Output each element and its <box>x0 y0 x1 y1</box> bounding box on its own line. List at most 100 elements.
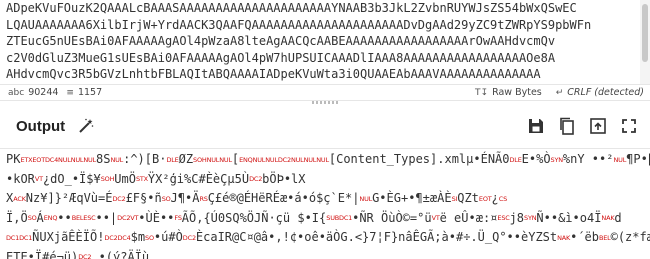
output-text-run: X <box>6 191 14 206</box>
input-line: ZTEucG5nUEsBAi0AFAAAAAgAOl4pWzaA8lteAgAA… <box>6 34 556 49</box>
encoding-selector[interactable]: T↧ Raw Bytes <box>475 87 542 98</box>
control-char: ENQNULNULDC2NULNULNUL <box>239 155 329 164</box>
input-scrollbar[interactable] <box>640 0 650 84</box>
scrollbar-thumb[interactable] <box>642 4 648 62</box>
eol-icon: ↵ <box>555 87 564 98</box>
output-text-run: £F§•ñ <box>125 191 162 206</box>
length-value: 90244 <box>28 87 59 98</box>
fullscreen-icon[interactable] <box>618 115 640 137</box>
output-text-run: bÖÞ•lX <box>262 171 306 186</box>
input-line: c2V0dGluZ3MueG1sUEsBAi0AFAAAAAgAOl4pW7hU… <box>6 50 556 65</box>
output-text-run: ©(z*fæ <box>610 230 650 245</box>
output-text-run: ¶P•þ <box>626 152 650 166</box>
encoding-label: Raw Bytes <box>492 87 542 98</box>
control-char: ACK <box>13 194 26 203</box>
control-char: BELESC <box>71 214 96 223</box>
control-char: EOT <box>478 194 492 203</box>
output-line: •kORVT¿dO_•Ï$¥SOHUmÖSTXŸX²ģi%C#ÈèÇµ5ÙDC2… <box>6 170 650 190</box>
output-text-run: J¶•Ä <box>170 191 200 206</box>
output-text-run: ÈcaIR@C¤@â•,!¢•oê•äÒG.<}7¦F}nâÊGÃ;à•#÷.Ü… <box>195 230 558 245</box>
control-char: VT <box>431 214 440 223</box>
control-char: DLE <box>509 155 522 164</box>
magic-wand-icon[interactable] <box>77 117 95 135</box>
lines-indicator: ≡ 1157 <box>66 87 102 98</box>
copy-icon[interactable] <box>556 115 578 137</box>
control-char: STX <box>135 175 148 184</box>
output-text-run: [ <box>231 152 240 166</box>
control-char: DC1DC1 <box>6 233 33 242</box>
output-line: XACKNz¥]}²ÆqVù=ÉDC2£F§•ñSOJ¶•ÄRSÇ£é®@ÉHë… <box>6 189 650 209</box>
control-char: SOH <box>100 175 115 184</box>
control-char: DLE <box>166 155 179 164</box>
output-text-run: $m <box>130 230 146 245</box>
control-char: DC2VT <box>117 214 139 223</box>
control-char: SYN <box>550 155 564 164</box>
output-text-run: •´ëb <box>570 230 600 245</box>
lines-icon: ≡ <box>66 87 74 98</box>
length-indicator: abc 90244 <box>8 87 58 98</box>
output-line: DC1DC1ÑUXjãÊÈÏÕ!DC2DC4$mSO•ú#ÒDC2ÈcaIR@C… <box>6 228 650 248</box>
control-char: NUL <box>613 155 627 164</box>
control-char: NAK <box>601 214 615 223</box>
output-text-run: ë eÛ•æ:¤ <box>439 210 498 225</box>
control-char: DC2 <box>78 253 92 259</box>
input-line: ADpeKVuFOuzK2QAAALcBAAASAAAAAAAAAAAAAAAA… <box>6 1 577 15</box>
encoding-icon: T↧ <box>475 87 489 98</box>
output-text-run: Ï,Ö <box>6 210 28 225</box>
output-text-run: •(ý?ÄÏù <box>91 249 150 259</box>
control-char: SYN <box>524 214 537 223</box>
eol-selector[interactable]: ↵ CRLF (detected) <box>556 87 644 98</box>
control-char: DC2DC4 <box>104 233 131 242</box>
control-char: DC2 <box>249 175 263 184</box>
control-char: RS <box>199 194 208 203</box>
control-char: DC2 <box>182 233 196 242</box>
control-char: FS <box>174 214 182 223</box>
output-text-run: QZt <box>457 191 479 206</box>
output-text-run: UmÖ <box>114 171 136 186</box>
control-char: ESC <box>497 214 510 223</box>
output-title: Output <box>16 117 66 135</box>
control-char: NAK <box>557 233 571 242</box>
output-text-run: Ç£é®@ÉHëRÉæ•á•ó$ç`E*| <box>207 191 360 206</box>
save-icon[interactable] <box>525 115 547 137</box>
output-text-run: E•%Ò <box>521 152 551 166</box>
output-text-run: •ú#Ò <box>153 230 183 245</box>
output-text-run: [Content_Types].xmlµ•ÉNÃ0 <box>328 152 510 166</box>
control-char: SO <box>27 214 37 223</box>
length-icon: abc <box>8 87 25 98</box>
input-text-area[interactable]: ADpeKVuFOuzK2QAAALcBAAASAAAAAAAAAAAAAAAA… <box>0 0 646 84</box>
output-text-run: j8 <box>509 210 525 225</box>
control-char: SUBDC1 <box>326 214 353 223</box>
output-text-area[interactable]: PKETXEOTDC4NULNULNUL8SNUL:^)[B·DLEØZSOHN… <box>0 150 650 259</box>
output-text-run: •• <box>57 210 72 225</box>
control-char: VT <box>34 175 43 184</box>
input-status-bar: abc 90244 ≡ 1157 T↧ Raw Bytes ↵ CRLF (de… <box>0 84 650 101</box>
control-char: SO <box>161 194 171 203</box>
output-text-run: Ñ••&ì•o4Ï <box>536 210 602 225</box>
control-char: DC2 <box>112 194 126 203</box>
control-char: SOHNULNUL <box>193 155 232 164</box>
output-text-run: Nz¥]}²ÆqVù=É <box>25 191 113 206</box>
control-char: NUL <box>359 194 373 203</box>
output-line: Ï,ÖSOÁENQ••BELESC••|DC2VT•ÙÈ••FSÃÕ,{Ú0SQ… <box>6 209 650 229</box>
control-char: CS <box>498 194 507 203</box>
eol-label: CRLF (detected) <box>567 87 644 98</box>
output-text-run: G•ÈG+•¶±æÀÈ <box>372 191 452 206</box>
output-text-run: ETE•Ï#é¬ü) <box>6 249 79 259</box>
output-text-run: ¿ <box>491 191 499 206</box>
output-text-run: :^)[B· <box>123 152 167 166</box>
output-text-run: ÑUXjãÊÈÏÕ! <box>32 230 105 245</box>
upload-icon[interactable] <box>587 115 609 137</box>
control-char: NUL <box>110 155 124 164</box>
output-text-run: %nY ••² <box>562 152 614 166</box>
output-text-run: •ÙÈ•• <box>138 210 175 225</box>
output-text-run: •ÑR ÖùÒ©=°ü <box>352 210 432 225</box>
output-text-run: ÃÕ,{Ú0SQ%ÖJÑ·çü $•I{ <box>181 210 327 225</box>
output-text-run: ••| <box>95 210 118 225</box>
output-text-run: •kOR <box>6 171 35 186</box>
control-char: ENQ <box>43 214 58 223</box>
output-text-run: 8S <box>95 152 111 166</box>
control-char: BEL <box>599 233 611 242</box>
output-text-run: ØZ <box>178 152 194 166</box>
output-text-run: ¿dO_•Ï$¥ <box>42 171 101 186</box>
